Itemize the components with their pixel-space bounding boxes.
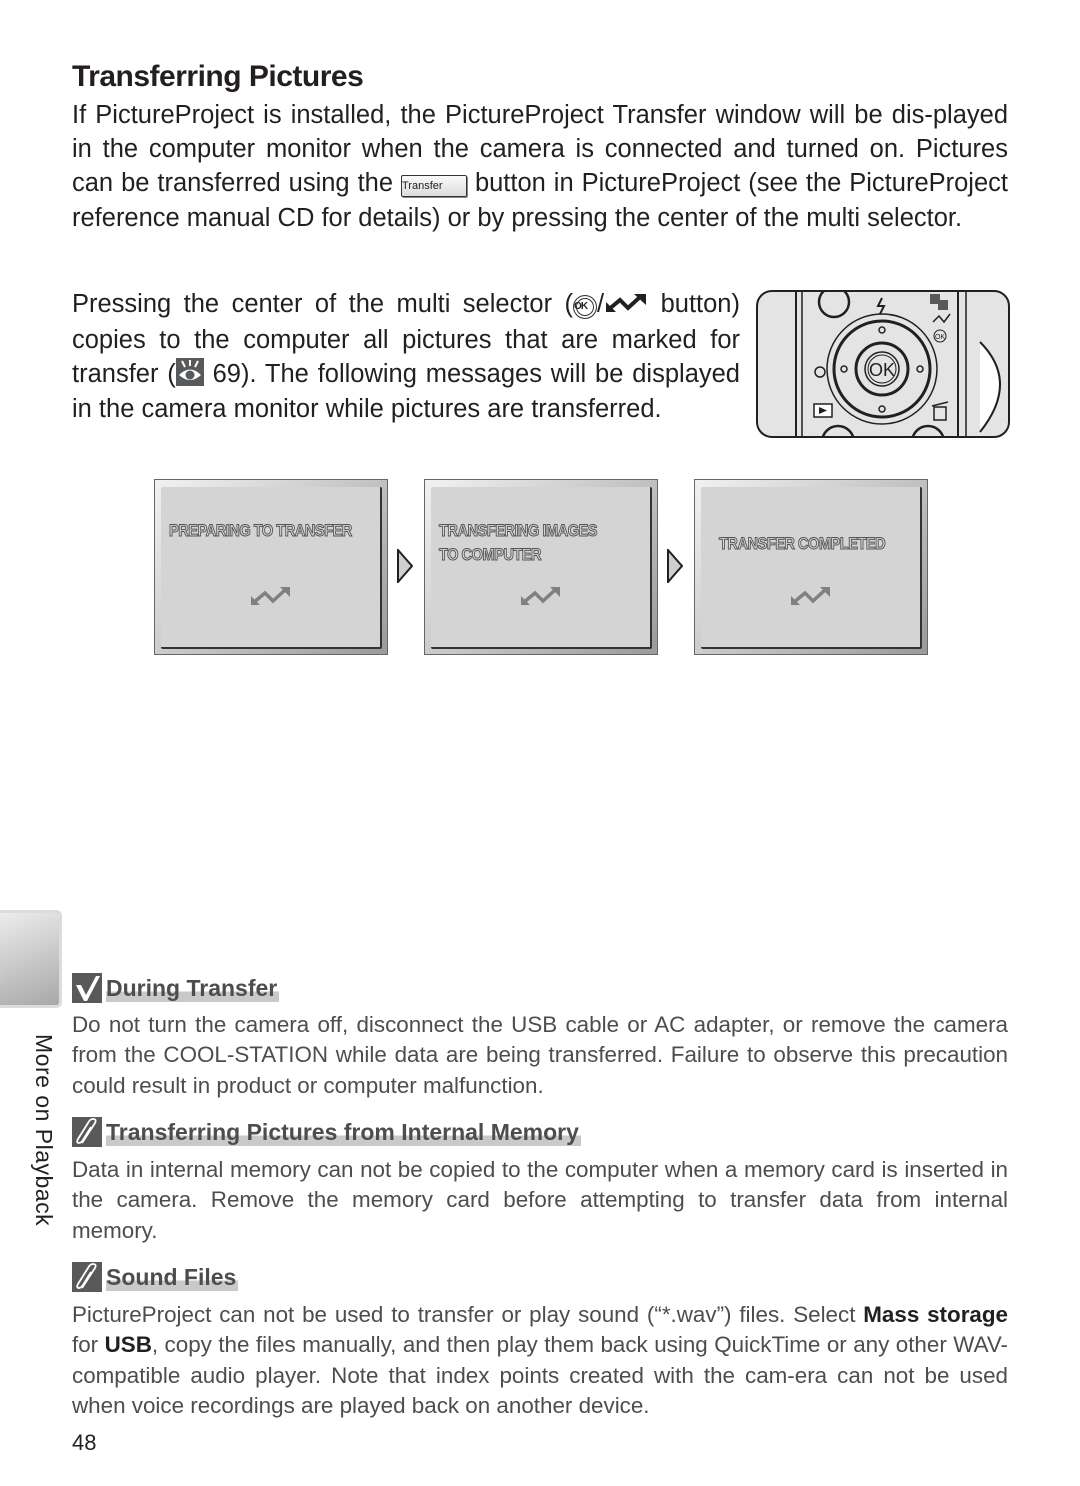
note-heading-sound-files: Sound Files xyxy=(72,1262,239,1292)
paperclip-icon xyxy=(72,1262,102,1292)
transfer-button-icon: Transfer xyxy=(400,175,467,198)
section-tab-label: More on Playback xyxy=(31,1034,57,1227)
sound-text-1: PictureProject can not be used to transf… xyxy=(72,1302,864,1327)
selector-paragraph: Pressing the center of the multi selecto… xyxy=(72,289,740,423)
paperclip-icon xyxy=(72,1117,102,1147)
page-title: Transferring Pictures xyxy=(72,60,364,93)
note-title: Transferring Pictures from Internal Memo… xyxy=(106,1118,581,1146)
usb-option: USB xyxy=(104,1332,152,1358)
section-tab-marker xyxy=(0,910,62,1008)
note-heading-internal-memory: Transferring Pictures from Internal Memo… xyxy=(72,1117,581,1147)
note-title: Sound Files xyxy=(106,1263,239,1291)
camera-multi-selector-illustration: OK OK xyxy=(756,290,1010,438)
ok-button-icon: OK xyxy=(573,295,598,319)
screen-transferring-images: TRANSFERING IMAGES TO COMPUTER xyxy=(424,479,658,655)
screen-transfer-completed: TRANSFER COMPLETED xyxy=(694,479,928,655)
transfer-wave-icon xyxy=(519,585,563,612)
mass-storage-option: Mass storage xyxy=(863,1302,1008,1327)
page-reference-eye-icon xyxy=(175,358,204,387)
note-heading-during-transfer: During Transfer xyxy=(72,973,280,1003)
intro-paragraph: If PictureProject is installed, the Pict… xyxy=(72,98,1008,235)
screen-message-line1: PREPARING TO TRANSFER xyxy=(169,521,353,541)
camera-ok-label: OK xyxy=(869,360,895,380)
next-step-arrow-icon xyxy=(667,547,684,585)
screen-message-line2: TO COMPUTER xyxy=(439,545,542,565)
sound-text-3: , copy the files manually, and then play… xyxy=(72,1332,1008,1419)
check-icon xyxy=(72,973,102,1003)
next-step-arrow-icon xyxy=(397,547,414,585)
page-number: 48 xyxy=(72,1430,97,1455)
transfer-wave-icon xyxy=(789,585,833,612)
screen-message-line1: TRANSFERING IMAGES xyxy=(439,521,598,541)
sound-text-2: for xyxy=(72,1332,105,1358)
screen-preparing-to-transfer: PREPARING TO TRANSFER xyxy=(154,479,388,655)
transfer-wave-icon xyxy=(249,585,293,612)
note-body-internal-memory: Data in internal memory can not be copie… xyxy=(72,1157,1008,1243)
note-title: During Transfer xyxy=(106,974,280,1002)
note-body-during-transfer: Do not turn the camera off, disconnect t… xyxy=(72,1012,1008,1098)
transfer-wave-icon xyxy=(604,289,648,323)
note-body-sound-files: PictureProject can not be used to transf… xyxy=(72,1300,1008,1422)
camera-small-ok-label: OK xyxy=(935,334,945,341)
screen-message-line1: TRANSFER COMPLETED xyxy=(719,534,887,554)
selector-text-1: Pressing the center of the multi selecto… xyxy=(72,290,574,318)
